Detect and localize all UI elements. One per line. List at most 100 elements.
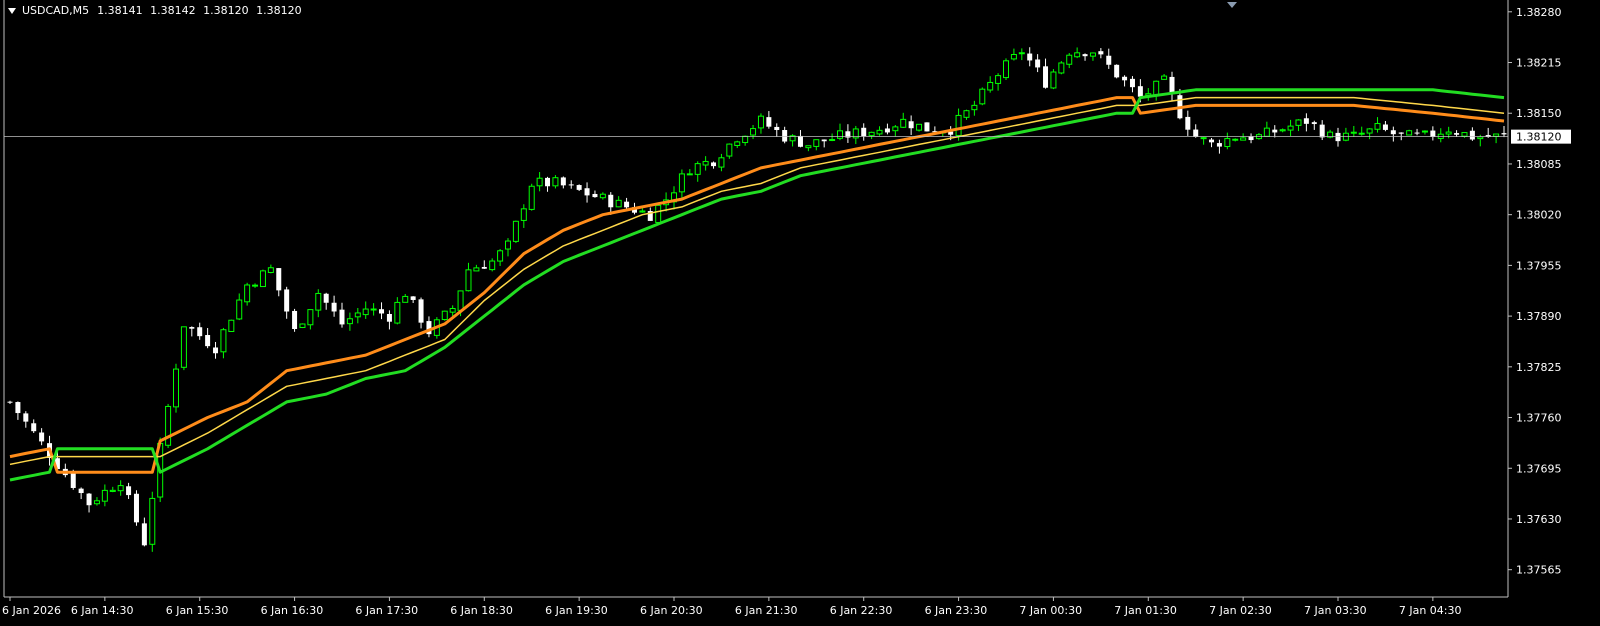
ohlc-values: 1.38141 1.38142 1.38120 1.38120: [93, 4, 302, 17]
candle-body-bull: [252, 284, 259, 287]
candle-body-bull: [979, 88, 986, 105]
candle-body-bull: [1477, 136, 1484, 140]
candle-body-bull: [757, 115, 764, 129]
candle-body-bull: [971, 104, 978, 111]
candle-body-bull: [694, 163, 701, 175]
candle-body-bear: [205, 335, 211, 347]
candle-body-bear: [1106, 55, 1112, 65]
candle-body-bear: [1335, 132, 1341, 142]
candle-body-bear: [31, 423, 37, 432]
candle-body-bear: [766, 117, 772, 127]
candle-body-bear: [292, 310, 298, 330]
candle-body-bear: [276, 268, 282, 291]
candle-body-bull: [829, 138, 836, 141]
candle-body-bull: [354, 312, 361, 318]
x-tick-label: 7 Jan 03:30: [1304, 604, 1367, 617]
candle-body-bull: [497, 250, 504, 262]
candle-body-bear: [213, 347, 219, 354]
candle-body-bull: [963, 110, 970, 118]
candle-body-bull: [955, 114, 962, 136]
candle-body-bull: [1263, 127, 1270, 137]
candle-body-bull: [220, 329, 227, 353]
candle-body-bear: [323, 293, 329, 303]
candle-body-bull: [402, 295, 409, 303]
open-value: 1.38141: [97, 4, 143, 17]
candle-body-bear: [1311, 122, 1317, 125]
candle-body-bull: [536, 177, 543, 187]
candle-body-bear: [1193, 129, 1199, 138]
candle-body-bull: [228, 319, 235, 333]
candle-body-bull: [441, 310, 448, 321]
candle-body-bear: [782, 130, 788, 142]
candle-body-bull: [805, 145, 812, 149]
candle-body-bear: [197, 327, 203, 337]
candle-body-bear: [797, 135, 803, 147]
candle-body-bear: [545, 177, 551, 187]
candle-body-bull: [1366, 128, 1373, 134]
low-value: 1.38120: [203, 4, 249, 17]
candle-body-bear: [774, 126, 780, 131]
candle-body-bear: [924, 122, 930, 132]
candle-body-bull: [1406, 130, 1413, 136]
candle-body-bull: [1279, 129, 1286, 132]
candle-body-bull: [449, 307, 456, 313]
candle-body-bull: [512, 220, 519, 242]
x-tick-label: 6 Jan 23:30: [925, 604, 988, 617]
candle-body-bear: [576, 185, 582, 190]
candle-body-bear: [1209, 139, 1215, 143]
candle-body-bull: [346, 318, 353, 325]
candle-body-bull: [299, 323, 306, 329]
candle-body-bear: [1319, 124, 1325, 138]
candle-body-bull: [615, 199, 622, 208]
x-tick-label: 6 Jan 14:30: [71, 604, 134, 617]
candle-body-bear: [23, 413, 29, 422]
candle-body-bull: [173, 368, 179, 408]
candle-body-bull: [1287, 125, 1294, 131]
candle-body-bear: [86, 493, 92, 506]
candle-body-bear: [386, 313, 392, 322]
candle-body-bear: [379, 309, 385, 314]
candle-body-bull: [93, 500, 100, 505]
candle-body-bear: [1430, 130, 1436, 137]
candle-body-bear: [592, 193, 598, 198]
candle-body-bull: [702, 160, 709, 166]
candle-body-bull: [457, 290, 464, 311]
x-tick-label: 6 Jan 22:30: [830, 604, 893, 617]
x-tick-label: 6 Jan 17:30: [355, 604, 418, 617]
candle-body-bear: [1098, 51, 1104, 55]
candle-body-bull: [473, 267, 480, 272]
candle-body-bull: [734, 141, 741, 146]
x-tick-label: 6 Jan 2026: [2, 604, 61, 617]
price-chart[interactable]: 1.38280 1.38215 1.38150 1.38085 1.38020 1.379…: [0, 0, 1600, 626]
candle-body-bull: [1066, 54, 1073, 65]
candle-body-bull: [489, 260, 496, 271]
candle-body-bear: [481, 266, 487, 269]
candle-body-bull: [1232, 138, 1239, 141]
y-tick-label: 1.37630: [1516, 513, 1562, 526]
candle-body-bear: [1398, 132, 1404, 134]
y-tick-label: 1.37565: [1516, 564, 1562, 577]
candle-body-bull: [244, 284, 251, 303]
candle-body-bull: [1003, 60, 1009, 79]
x-tick-label: 7 Jan 01:30: [1114, 604, 1177, 617]
current-price-label: 1.38120: [1516, 131, 1562, 144]
candle-body-bull: [639, 210, 646, 213]
candle-body-bull: [1374, 123, 1381, 130]
candle-body-bear: [1216, 143, 1222, 147]
candle-body-bear: [1082, 54, 1088, 57]
candle-body-bull: [813, 139, 820, 147]
candle-body-bull: [315, 292, 322, 311]
candle-body-bear: [141, 523, 147, 546]
candle-body-bear: [1137, 86, 1143, 97]
candle-body-bear: [821, 139, 827, 142]
candle-body-bull: [1421, 130, 1428, 133]
candle-body-bear: [711, 162, 717, 167]
candle-body-bear: [410, 296, 416, 300]
candle-body-bull: [599, 193, 606, 199]
candle-body-bear: [861, 127, 867, 137]
candle-body-bear: [70, 473, 76, 488]
candle-body-bear: [284, 289, 290, 312]
candle-body-bull: [1493, 133, 1500, 137]
high-value: 1.38142: [150, 4, 196, 17]
dropdown-triangle-icon[interactable]: [8, 7, 16, 14]
